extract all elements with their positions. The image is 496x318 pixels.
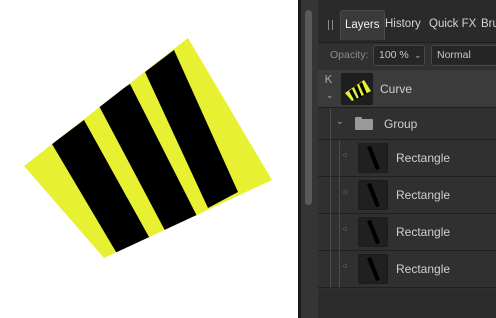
shape-layer-icon: ⁘ [342, 262, 349, 271]
opacity-field[interactable]: 100 % ⌄ [373, 45, 425, 66]
shape-layer-icon: ⁘ [342, 188, 349, 197]
layer-row-rectangle[interactable]: ⁘ Rectangle [318, 177, 496, 214]
rectangle-thumbnail [358, 143, 388, 173]
layer-name: Group [384, 117, 418, 131]
tab-layers[interactable]: Layers [340, 10, 385, 40]
tab-quick-fx[interactable]: Quick FX [429, 10, 476, 40]
layer-name: Curve [380, 82, 413, 96]
collapse-chevron-icon[interactable]: ⌄ [336, 116, 344, 127]
layer-options-bar: Opacity: 100 % ⌄ Normal [318, 43, 496, 68]
folder-icon [355, 117, 373, 130]
chevron-down-icon[interactable]: ⌄ [414, 46, 422, 65]
layer-row-rectangle[interactable]: ⁘ Rectangle [318, 140, 496, 177]
grip-handle-icon[interactable] [328, 20, 334, 30]
scrollbar-thumb[interactable] [305, 10, 312, 205]
layer-lock-icon[interactable]: Ꮶ [325, 74, 333, 87]
rectangle-thumbnail [358, 254, 388, 284]
tab-brushes[interactable]: Bru [481, 10, 496, 40]
tab-history[interactable]: History [385, 10, 421, 40]
layer-name: Rectangle [396, 225, 451, 239]
expand-chevron-icon[interactable]: ⌄ [326, 90, 334, 101]
layer-name: Rectangle [396, 262, 451, 276]
layer-row-rectangle[interactable]: ⁘ Rectangle [318, 214, 496, 251]
layer-name: Rectangle [396, 151, 451, 165]
curve-thumbnail [341, 73, 373, 105]
document-canvas[interactable] [0, 0, 298, 318]
opacity-label: Opacity: [330, 49, 369, 61]
shape-layer-icon: ⁘ [342, 225, 349, 234]
rectangle-thumbnail [358, 217, 388, 247]
artwork [24, 38, 272, 258]
panel-tab-bar: Layers History Quick FX Bru [318, 0, 496, 43]
rectangle-thumbnail [358, 180, 388, 210]
layer-row-rectangle[interactable]: ⁘ Rectangle [318, 251, 496, 288]
blend-mode-select[interactable]: Normal [431, 45, 496, 66]
layer-row-group[interactable]: ⌄ Group [318, 108, 496, 140]
layers-panel: Layers History Quick FX Bru Opacity: 100… [318, 0, 496, 318]
layer-name: Rectangle [396, 188, 451, 202]
shape-layer-icon: ⁘ [342, 151, 349, 160]
blend-mode-value: Normal [437, 49, 471, 61]
layers-empty-area[interactable] [318, 289, 496, 318]
layer-row-curve[interactable]: Ꮶ ⌄ Curve [318, 70, 496, 108]
opacity-value: 100 % [379, 49, 409, 61]
